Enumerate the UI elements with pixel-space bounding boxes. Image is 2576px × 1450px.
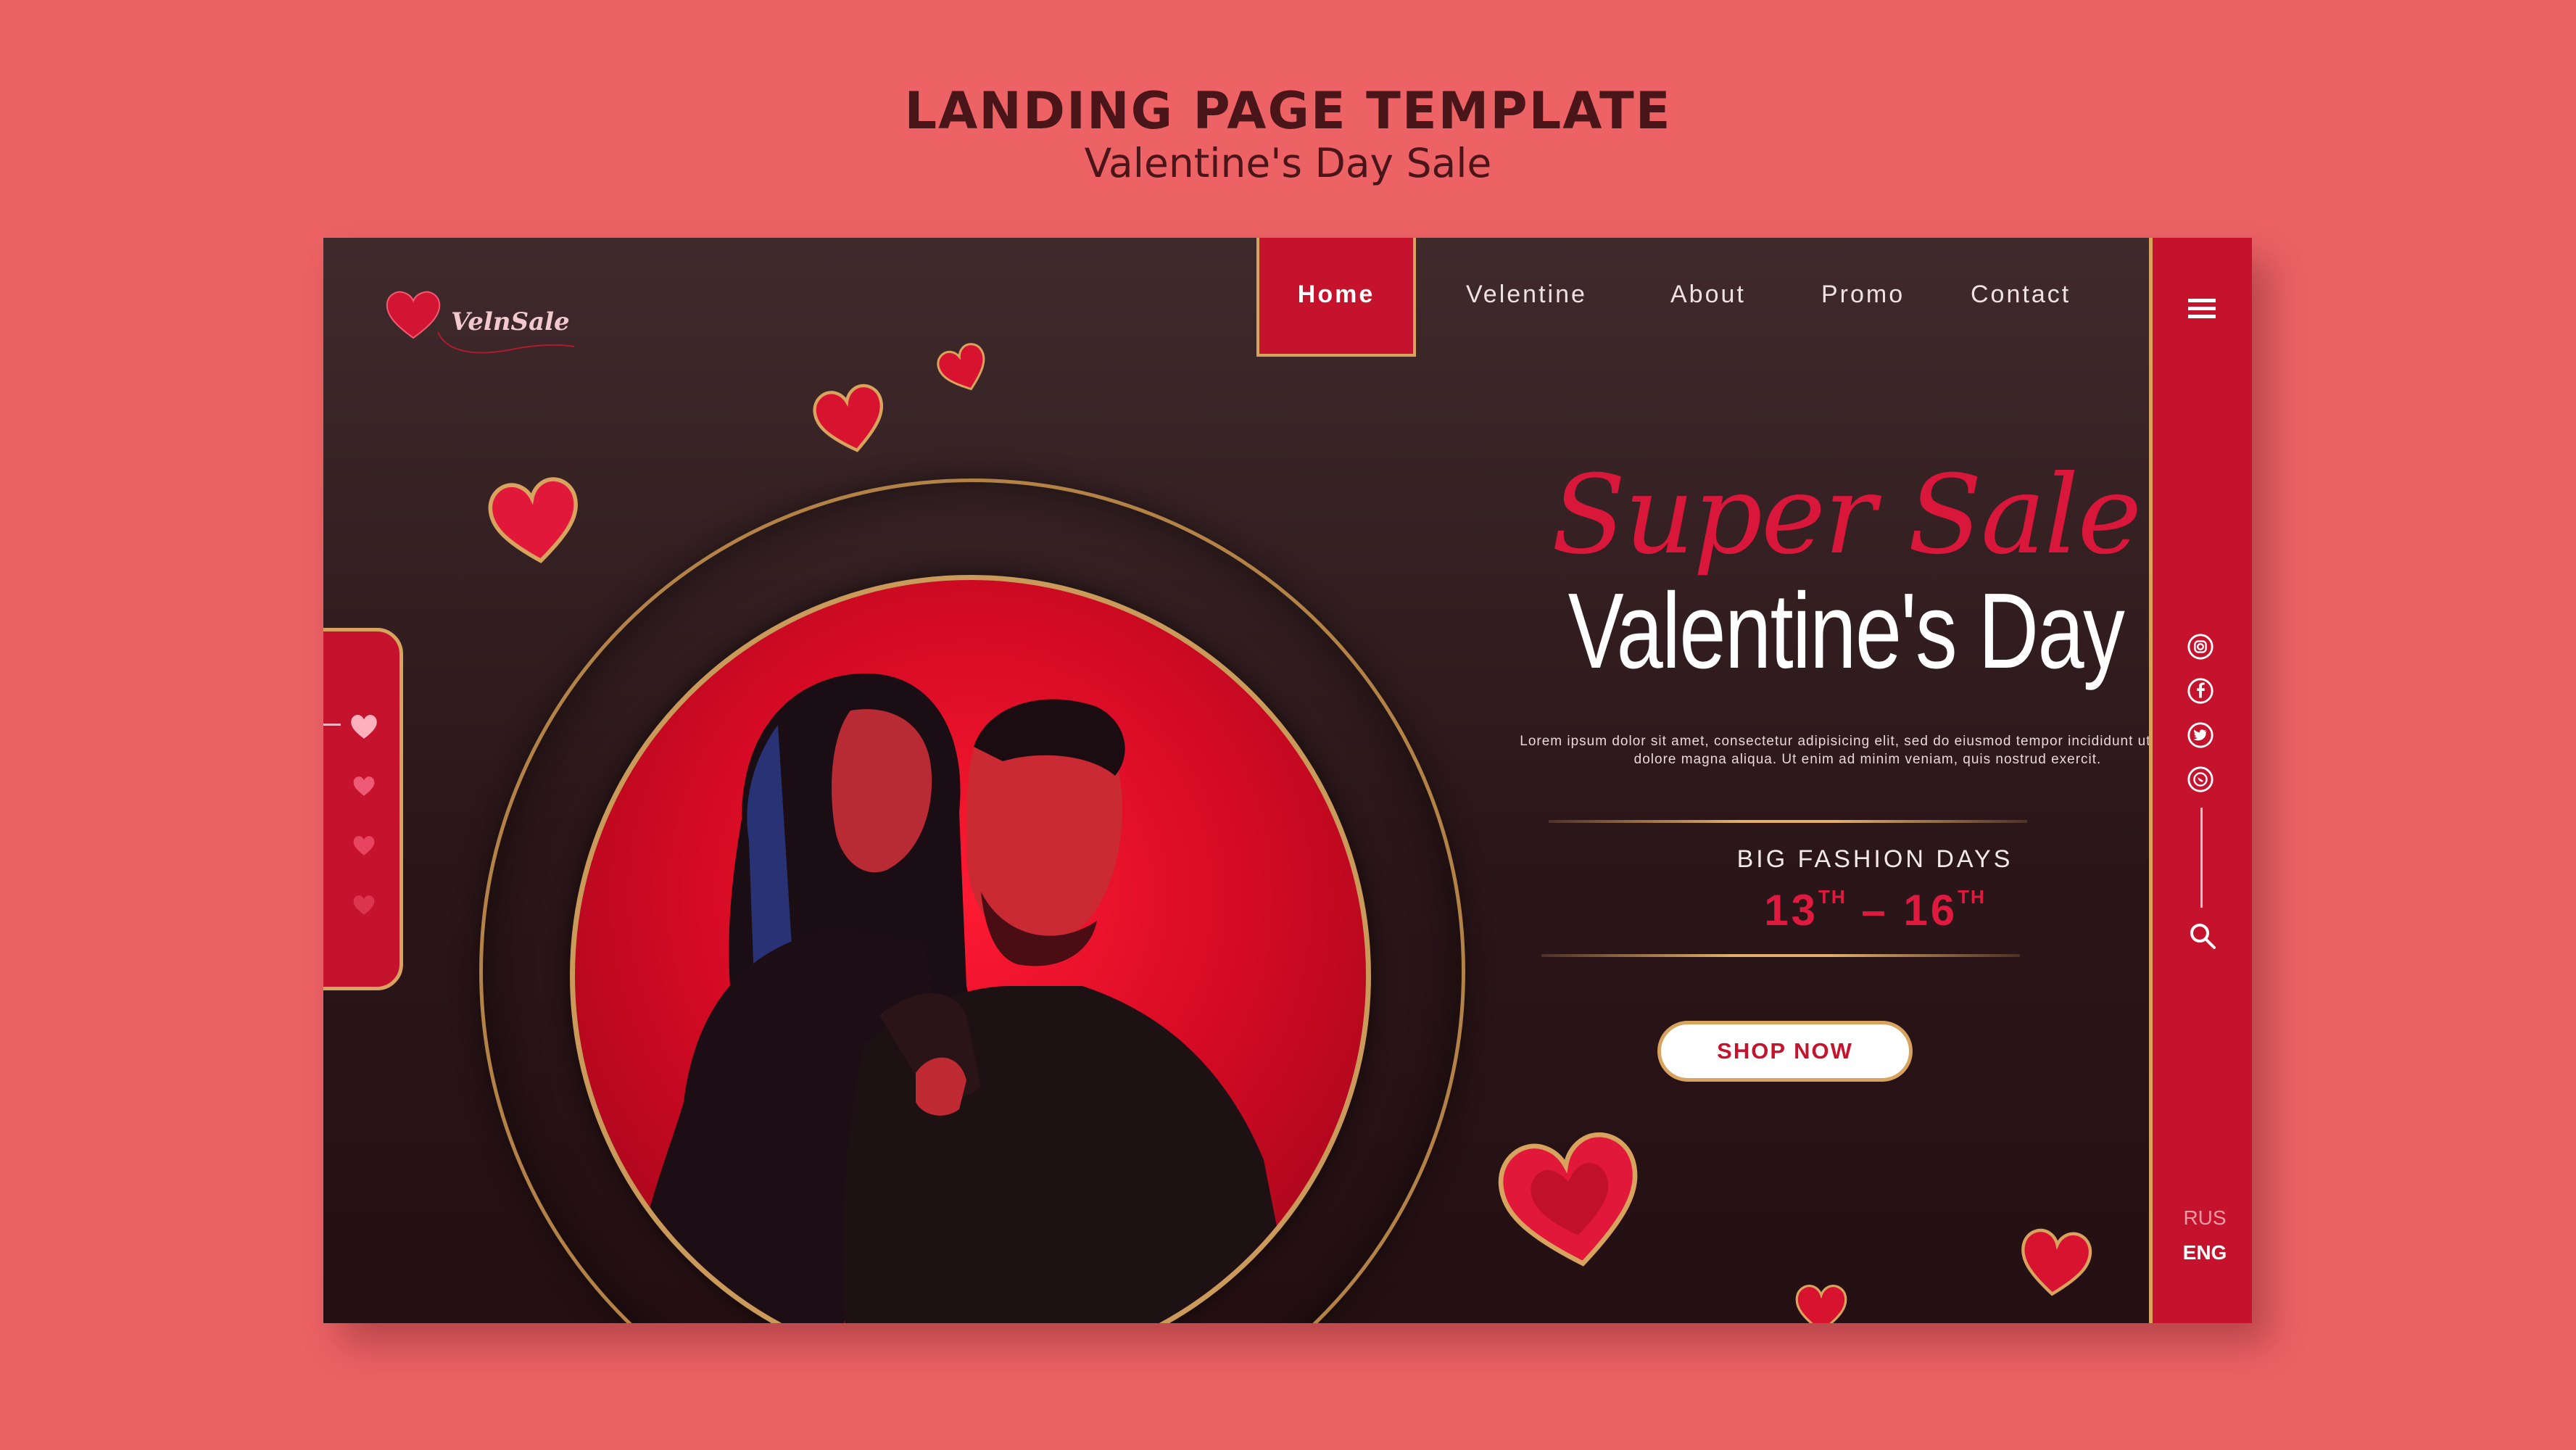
heart-decoration-icon bbox=[2021, 1228, 2092, 1296]
instagram-icon[interactable] bbox=[2187, 633, 2214, 660]
date-end: 16 bbox=[1903, 886, 1958, 935]
mockup-main-area: VelnSale Home Velentine About Promo Cont… bbox=[323, 238, 2149, 1323]
twitter-icon[interactable] bbox=[2187, 721, 2214, 749]
heart-decoration-icon bbox=[488, 477, 578, 563]
hero-title: Valentine's Day bbox=[1567, 571, 2125, 691]
gold-divider-top bbox=[1549, 820, 2027, 823]
hamburger-menu-icon[interactable] bbox=[2187, 297, 2217, 320]
nav-about[interactable]: About bbox=[1670, 238, 1746, 351]
nav-promo[interactable]: Promo bbox=[1821, 238, 1905, 351]
slide-indicator-heart-icon[interactable] bbox=[350, 833, 378, 858]
date-separator: – bbox=[1846, 886, 1904, 935]
nav-contact[interactable]: Contact bbox=[1971, 238, 2071, 351]
page-heading-title: LANDING PAGE TEMPLATE bbox=[904, 81, 1672, 141]
logo-swirl-decoration bbox=[437, 331, 575, 354]
landing-page-mockup: VelnSale Home Velentine About Promo Cont… bbox=[323, 238, 2252, 1323]
sidebar-divider-line bbox=[2200, 808, 2203, 908]
date-end-suffix: TH bbox=[1958, 886, 1986, 908]
slide-indicator-heart-icon[interactable] bbox=[347, 711, 381, 742]
nav-home[interactable]: Home bbox=[1256, 238, 1416, 357]
event-label: BIG FASHION DAYS bbox=[1736, 845, 2013, 873]
gold-divider-bottom bbox=[1541, 954, 2020, 957]
hero-description: Lorem ipsum dolor sit amet, consectetur … bbox=[1520, 734, 2149, 767]
whatsapp-icon[interactable] bbox=[2187, 766, 2214, 793]
left-slider-tab[interactable] bbox=[323, 628, 403, 990]
nav-velentine[interactable]: Velentine bbox=[1466, 238, 1587, 351]
hero-photo-circle bbox=[570, 575, 1371, 1323]
couple-photo bbox=[625, 673, 1296, 1323]
hero-script-title: Super Sale bbox=[1551, 452, 2142, 579]
language-eng[interactable]: ENG bbox=[2165, 1241, 2245, 1264]
page-heading-subtitle: Valentine's Day Sale bbox=[1084, 140, 1492, 186]
search-icon[interactable] bbox=[2187, 921, 2218, 951]
slide-indicator-heart-icon[interactable] bbox=[350, 774, 378, 798]
heart-decoration-icon bbox=[1795, 1285, 1847, 1323]
language-rus[interactable]: RUS bbox=[2165, 1206, 2245, 1230]
shop-now-button[interactable]: SHOP NOW bbox=[1657, 1021, 1913, 1082]
date-start-suffix: TH bbox=[1818, 886, 1847, 908]
facebook-icon[interactable] bbox=[2187, 677, 2214, 705]
heart-decoration-icon bbox=[813, 384, 884, 452]
date-start: 13 bbox=[1764, 886, 1818, 935]
heart-decoration-icon bbox=[937, 343, 985, 391]
slide-indicator-heart-icon[interactable] bbox=[350, 892, 378, 917]
heart-decoration-icon bbox=[1498, 1132, 1638, 1267]
slide-indicator-line bbox=[323, 724, 341, 726]
event-dates: 13TH – 16TH bbox=[1512, 885, 2149, 935]
